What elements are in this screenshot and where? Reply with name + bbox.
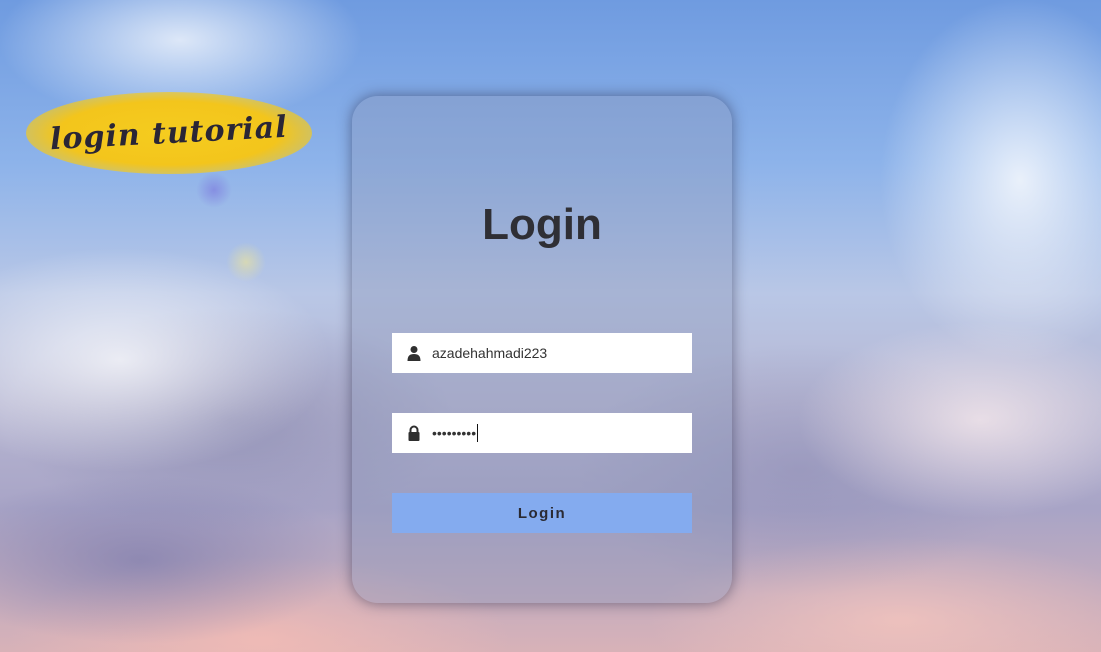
login-title: Login xyxy=(482,200,602,249)
background-blob xyxy=(226,242,266,282)
user-icon xyxy=(407,346,421,361)
logo-text: login tutorial xyxy=(49,109,289,157)
login-card: Login ••••••••• Login xyxy=(352,96,732,603)
username-field[interactable] xyxy=(392,333,692,373)
text-caret xyxy=(477,424,479,442)
login-button[interactable]: Login xyxy=(392,493,692,533)
username-input[interactable] xyxy=(432,345,672,361)
background-blob xyxy=(196,172,232,208)
password-input[interactable]: ••••••••• xyxy=(432,424,479,442)
logo: login tutorial xyxy=(26,92,312,174)
password-masked-value: ••••••••• xyxy=(432,425,477,441)
login-page: login tutorial Login ••••••••• Login xyxy=(0,0,1101,652)
password-field[interactable]: ••••••••• xyxy=(392,413,692,453)
lock-icon xyxy=(408,425,420,441)
